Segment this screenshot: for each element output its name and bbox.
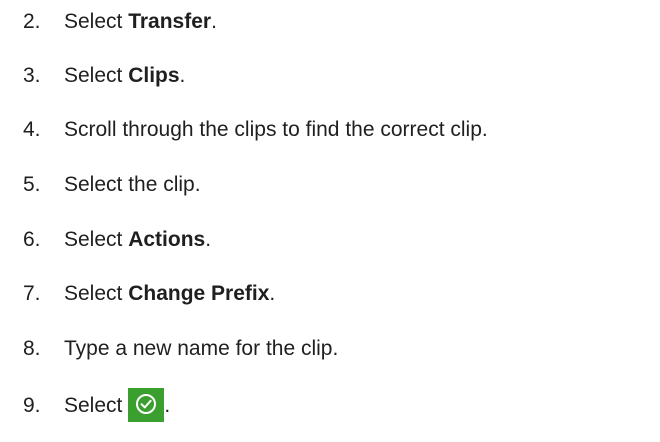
ui-label-actions: Actions (128, 228, 206, 251)
step-text: Select Actions. (64, 228, 212, 251)
step-text: Select Transfer. (64, 10, 217, 33)
step-text: Scroll through the clips to find the cor… (64, 118, 488, 141)
ui-label-clips: Clips (128, 64, 180, 87)
step-number: 6. (23, 228, 41, 251)
step-text: Select Change Prefix. (64, 282, 276, 305)
step-text: Type a new name for the clip. (64, 337, 339, 360)
ui-label-change-prefix: Change Prefix (128, 282, 270, 305)
step-number: 7. (23, 282, 41, 305)
step-number: 9. (23, 394, 41, 417)
step-number: 5. (23, 173, 41, 196)
confirm-button-graphic (128, 388, 165, 422)
step-text: Select Clips. (64, 64, 186, 87)
step-number: 3. (23, 64, 41, 87)
ui-label-transfer: Transfer (128, 10, 212, 33)
step-text: Select. (64, 386, 170, 426)
step-number: 4. (23, 118, 41, 141)
step-number: 2. (23, 10, 41, 33)
check-circle-icon (136, 394, 157, 414)
step-text: Select the clip. (64, 173, 201, 196)
step-number: 8. (23, 337, 41, 360)
